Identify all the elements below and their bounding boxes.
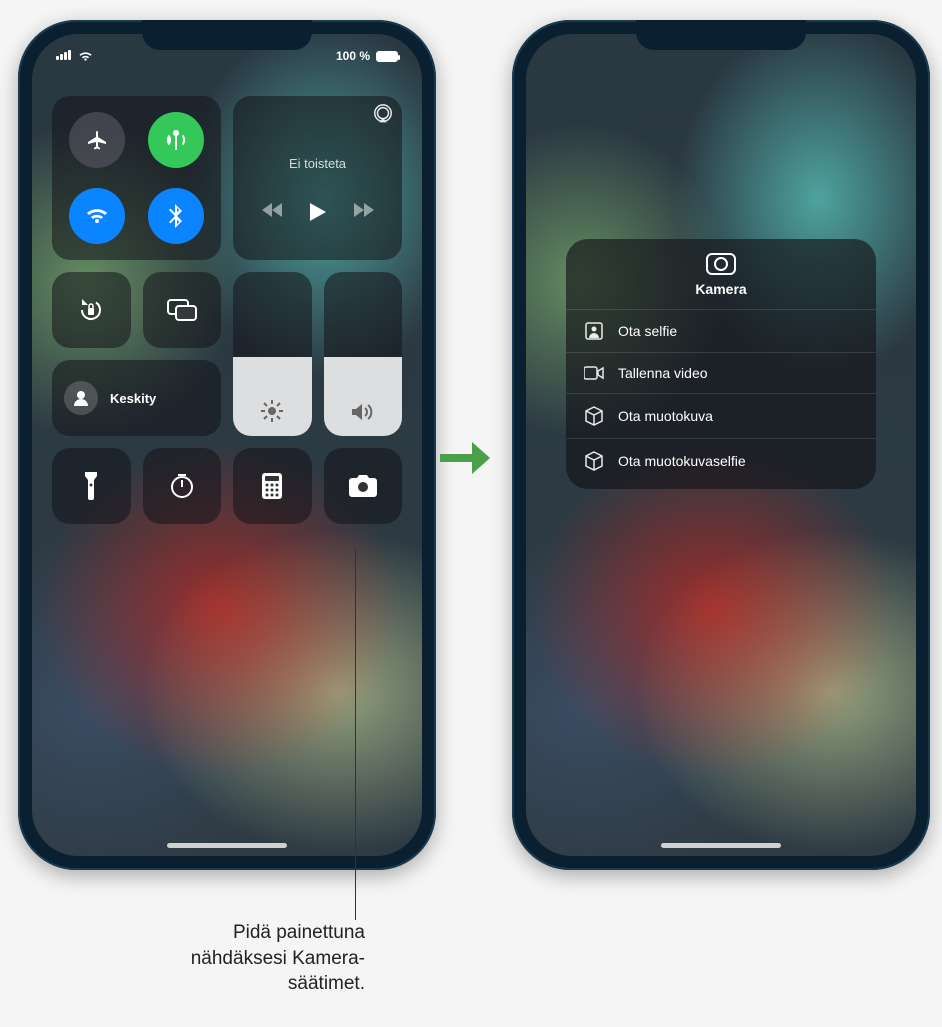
bluetooth-toggle[interactable] bbox=[148, 188, 204, 244]
control-center: Ei toisteta bbox=[52, 96, 402, 524]
camera-menu-item-portrait-selfie[interactable]: Ota muotokuvaselfie bbox=[566, 438, 876, 483]
media-playback-module[interactable]: Ei toisteta bbox=[233, 96, 402, 260]
screen-mirroring-icon bbox=[167, 299, 197, 321]
timer-icon bbox=[169, 473, 195, 499]
bluetooth-icon bbox=[169, 204, 183, 228]
callout-leader-line bbox=[355, 548, 356, 920]
wifi-icon bbox=[78, 51, 93, 62]
volume-slider[interactable] bbox=[324, 272, 403, 436]
person-square-icon bbox=[584, 322, 604, 340]
screen-right: Kamera Ota selfie Tallenna video bbox=[526, 34, 916, 856]
arrow-icon bbox=[440, 440, 490, 476]
calculator-icon bbox=[262, 473, 282, 499]
focus-button[interactable]: Keskity bbox=[52, 360, 221, 436]
home-indicator[interactable] bbox=[167, 843, 287, 848]
focus-icon bbox=[64, 381, 98, 415]
forward-icon[interactable] bbox=[354, 203, 374, 221]
airplane-icon bbox=[85, 128, 109, 152]
cellular-data-toggle[interactable] bbox=[148, 112, 204, 168]
camera-button[interactable] bbox=[324, 448, 403, 524]
battery-label: 100 % bbox=[336, 49, 370, 63]
notch bbox=[636, 20, 806, 50]
camera-menu-label: Ota muotokuva bbox=[618, 408, 713, 424]
camera-context-menu: Kamera Ota selfie Tallenna video bbox=[566, 239, 876, 489]
home-indicator[interactable] bbox=[661, 843, 781, 848]
brightness-fill bbox=[233, 357, 312, 436]
wifi-toggle[interactable] bbox=[69, 188, 125, 244]
camera-menu-label: Ota selfie bbox=[618, 323, 677, 339]
camera-menu-title: Kamera bbox=[566, 281, 876, 297]
focus-label: Keskity bbox=[110, 391, 156, 406]
orientation-lock-button[interactable] bbox=[52, 272, 131, 348]
camera-menu-item-selfie[interactable]: Ota selfie bbox=[566, 309, 876, 352]
camera-menu-label: Ota muotokuvaselfie bbox=[618, 453, 746, 469]
brightness-icon bbox=[233, 400, 312, 422]
timer-button[interactable] bbox=[143, 448, 222, 524]
orientation-lock-icon bbox=[77, 296, 105, 324]
brightness-slider[interactable] bbox=[233, 272, 312, 436]
video-icon bbox=[584, 366, 604, 380]
camera-menu-label: Tallenna video bbox=[618, 365, 708, 381]
camera-menu-item-portrait[interactable]: Ota muotokuva bbox=[566, 393, 876, 438]
antenna-icon bbox=[164, 128, 188, 152]
volume-icon bbox=[324, 402, 403, 422]
iphone-left: 100 % bbox=[18, 20, 436, 870]
cube-icon bbox=[584, 451, 604, 471]
notch bbox=[142, 20, 312, 50]
wifi-icon bbox=[85, 207, 109, 225]
battery-icon bbox=[376, 51, 398, 62]
rewind-icon[interactable] bbox=[262, 203, 282, 221]
playback-title: Ei toisteta bbox=[289, 156, 346, 171]
camera-icon bbox=[349, 475, 377, 497]
play-icon[interactable] bbox=[310, 203, 326, 221]
cube-icon bbox=[584, 406, 604, 426]
screen-left: 100 % bbox=[32, 34, 422, 856]
flashlight-button[interactable] bbox=[52, 448, 131, 524]
screen-mirroring-button[interactable] bbox=[143, 272, 222, 348]
airplane-mode-toggle[interactable] bbox=[69, 112, 125, 168]
calculator-button[interactable] bbox=[233, 448, 312, 524]
airplay-icon[interactable] bbox=[372, 104, 394, 126]
iphone-right: Kamera Ota selfie Tallenna video bbox=[512, 20, 930, 870]
camera-icon bbox=[706, 253, 736, 275]
camera-menu-item-video[interactable]: Tallenna video bbox=[566, 352, 876, 393]
callout-text: Pidä painettuna nähdäksesi Kamera-säätim… bbox=[150, 920, 365, 997]
volume-fill bbox=[324, 357, 403, 436]
connectivity-module bbox=[52, 96, 221, 260]
flashlight-icon bbox=[83, 472, 99, 500]
cellular-signal-icon bbox=[56, 49, 72, 63]
